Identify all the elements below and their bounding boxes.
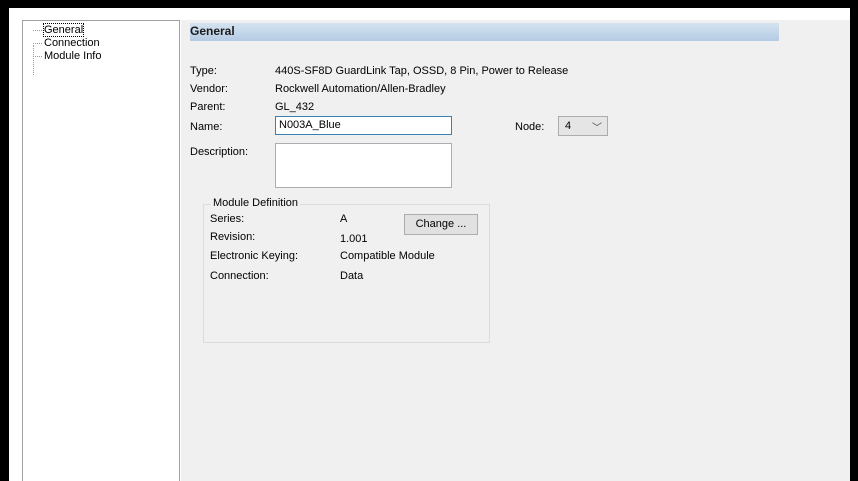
node-select[interactable]: 4 ﹀: [558, 116, 608, 136]
series-label: Series:: [210, 213, 245, 225]
properties-panel: General Type: 440S-SF8D GuardLink Tap, O…: [181, 20, 850, 481]
window-frame-left: [0, 0, 9, 481]
vendor-label: Vendor:: [190, 83, 228, 95]
description-input[interactable]: [275, 143, 452, 188]
keying-label: Electronic Keying:: [210, 250, 299, 262]
revision-value: 1.001: [340, 233, 368, 245]
name-input[interactable]: N003A_Blue: [275, 116, 452, 135]
tree-item-module-info[interactable]: Module Info: [33, 50, 101, 63]
name-label: Name:: [190, 121, 223, 133]
tree-dots: [33, 55, 42, 57]
window-frame-top: [0, 0, 858, 8]
tree-item-label: General: [42, 23, 85, 37]
connection-value: Data: [340, 270, 364, 282]
chevron-down-icon: ﹀: [592, 123, 602, 134]
tree-dots: [33, 42, 42, 44]
tree-item-label: Module Info: [44, 50, 102, 62]
group-title: Module Definition: [211, 197, 300, 209]
change-button[interactable]: Change ...: [404, 214, 478, 235]
node-label: Node:: [515, 121, 545, 133]
series-value: A: [340, 213, 348, 225]
connection-label: Connection:: [210, 270, 269, 282]
vendor-value: Rockwell Automation/Allen-Bradley: [275, 83, 446, 95]
window-frame-right: [850, 0, 858, 481]
parent-label: Parent:: [190, 101, 226, 113]
node-value: 4: [565, 120, 572, 132]
revision-label: Revision:: [210, 231, 256, 243]
section-title: General: [190, 24, 235, 38]
tree-dots: [33, 29, 42, 31]
category-tree: General Connection Module Info: [22, 20, 180, 481]
section-header: General: [190, 23, 779, 41]
parent-value: GL_432: [275, 101, 315, 113]
type-label: Type:: [190, 65, 217, 77]
tree-item-label: Connection: [44, 37, 100, 49]
keying-value: Compatible Module: [340, 250, 435, 262]
description-label: Description:: [190, 146, 249, 158]
tree-item-connection[interactable]: Connection: [33, 37, 100, 50]
tree-item-general[interactable]: General: [33, 23, 85, 37]
type-value: 440S-SF8D GuardLink Tap, OSSD, 8 Pin, Po…: [275, 65, 569, 77]
